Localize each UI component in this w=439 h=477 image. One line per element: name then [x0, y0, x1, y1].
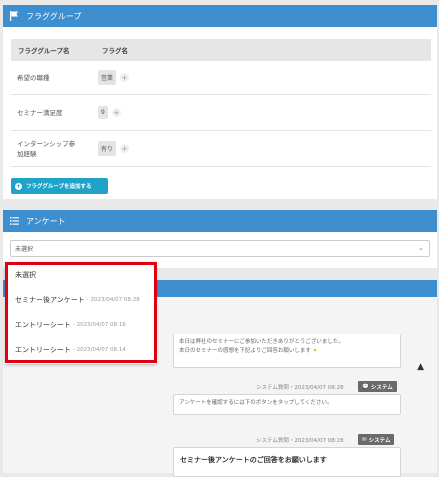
survey-panel: アンケート 未選択 ⌄ — [3, 210, 437, 268]
survey-header: アンケート — [3, 210, 437, 232]
chevron-down-icon: ⌄ — [418, 244, 424, 252]
flag-group-header: フラググループ — [3, 5, 437, 27]
flag-group-panel: フラググループ フラググループ名 フラグ名 希望の職種 営業 + セミナー満足度… — [3, 5, 437, 199]
scroll-up-icon[interactable]: ▲ — [417, 362, 424, 372]
add-flag-icon[interactable]: + — [111, 108, 121, 117]
add-flag-icon[interactable]: + — [120, 144, 130, 153]
flag-icon — [10, 11, 20, 21]
survey-select-value: 未選択 — [15, 246, 34, 253]
flag-tag[interactable]: 営業 — [98, 70, 117, 85]
table-row: セミナー満足度 9 + — [11, 95, 431, 131]
dropdown-item-label: エントリーシート — [15, 345, 71, 354]
list-icon — [10, 216, 20, 226]
flag-tag[interactable]: 有り — [98, 141, 117, 156]
flag-tag[interactable]: 9 — [98, 106, 108, 119]
dropdown-item-time: - 2023/04/07 08:14 — [72, 346, 126, 353]
flag-group-name: インターンシップ参加経験 — [17, 139, 76, 158]
dropdown-item[interactable]: 未選択 — [5, 262, 156, 287]
mail-icon: ✉ — [362, 436, 367, 443]
add-flag-group-button[interactable]: + フラググループを追加する — [11, 178, 108, 194]
system-badge: ✉ システム — [358, 434, 395, 445]
system-badge: 💬 システム — [358, 381, 397, 392]
message-title: セミナー後アンケートのご回答をお願いします — [180, 456, 327, 464]
col-group-name: フラググループ名 — [18, 47, 70, 55]
dropdown-item[interactable]: セミナー後アンケート - 2023/04/07 08:28 — [5, 287, 156, 312]
dropdown-item-label: セミナー後アンケート — [15, 295, 85, 304]
chat-message: アンケートを確認するには下のボタンをタップしてください。 — [173, 394, 401, 415]
sparkle-icon: ✦ — [312, 348, 318, 354]
chat-message: 本日は弊社のセミナーにご参加いただきありがとうございました。 本日のセミナーの感… — [173, 334, 401, 368]
flag-table-header: フラググループ名 フラグ名 — [11, 39, 431, 61]
flag-group-title: フラググループ — [26, 11, 82, 21]
message-text: 本日は弊社のセミナーにご参加いただきありがとうございました。 — [179, 339, 344, 345]
message-meta: システム質問・2023/04/07 08:28 — [256, 385, 344, 391]
survey-title: アンケート — [26, 216, 66, 226]
survey-select[interactable]: 未選択 ⌄ — [10, 240, 430, 257]
plus-circle-icon: + — [15, 182, 22, 190]
table-row: インターンシップ参加経験 有り + — [11, 131, 431, 167]
message-meta: システム質問・2023/04/07 08:28 — [256, 438, 344, 444]
message-text: アンケートを確認するには下のボタンをタップしてください。 — [179, 400, 333, 406]
dropdown-item[interactable]: エントリーシート - 2023/04/07 08:14 — [5, 337, 156, 362]
survey-dropdown: 未選択 セミナー後アンケート - 2023/04/07 08:28 エントリーシ… — [5, 262, 156, 364]
col-flag-name: フラグ名 — [102, 47, 128, 55]
add-flag-group-label: フラググループを追加する — [26, 184, 92, 190]
dropdown-item-label: エントリーシート — [15, 320, 71, 329]
message-text: 本日のセミナーの感想を下記よりご回答お願いします ✦ — [179, 348, 318, 354]
flag-group-name: セミナー満足度 — [17, 108, 63, 117]
flag-table: フラググループ名 フラグ名 希望の職種 営業 + セミナー満足度 9 + インタ… — [11, 39, 431, 167]
add-flag-icon[interactable]: + — [120, 73, 130, 82]
dropdown-item-time: - 2023/04/07 08:16 — [72, 321, 126, 328]
table-row: 希望の職種 営業 + — [11, 61, 431, 95]
dropdown-item-label: 未選択 — [15, 270, 36, 279]
dropdown-item[interactable]: エントリーシート - 2023/04/07 08:16 — [5, 312, 156, 337]
chat-bubble-icon: 💬 — [362, 383, 369, 390]
dropdown-item-time: - 2023/04/07 08:28 — [86, 296, 140, 303]
flag-group-name: 希望の職種 — [17, 73, 50, 82]
